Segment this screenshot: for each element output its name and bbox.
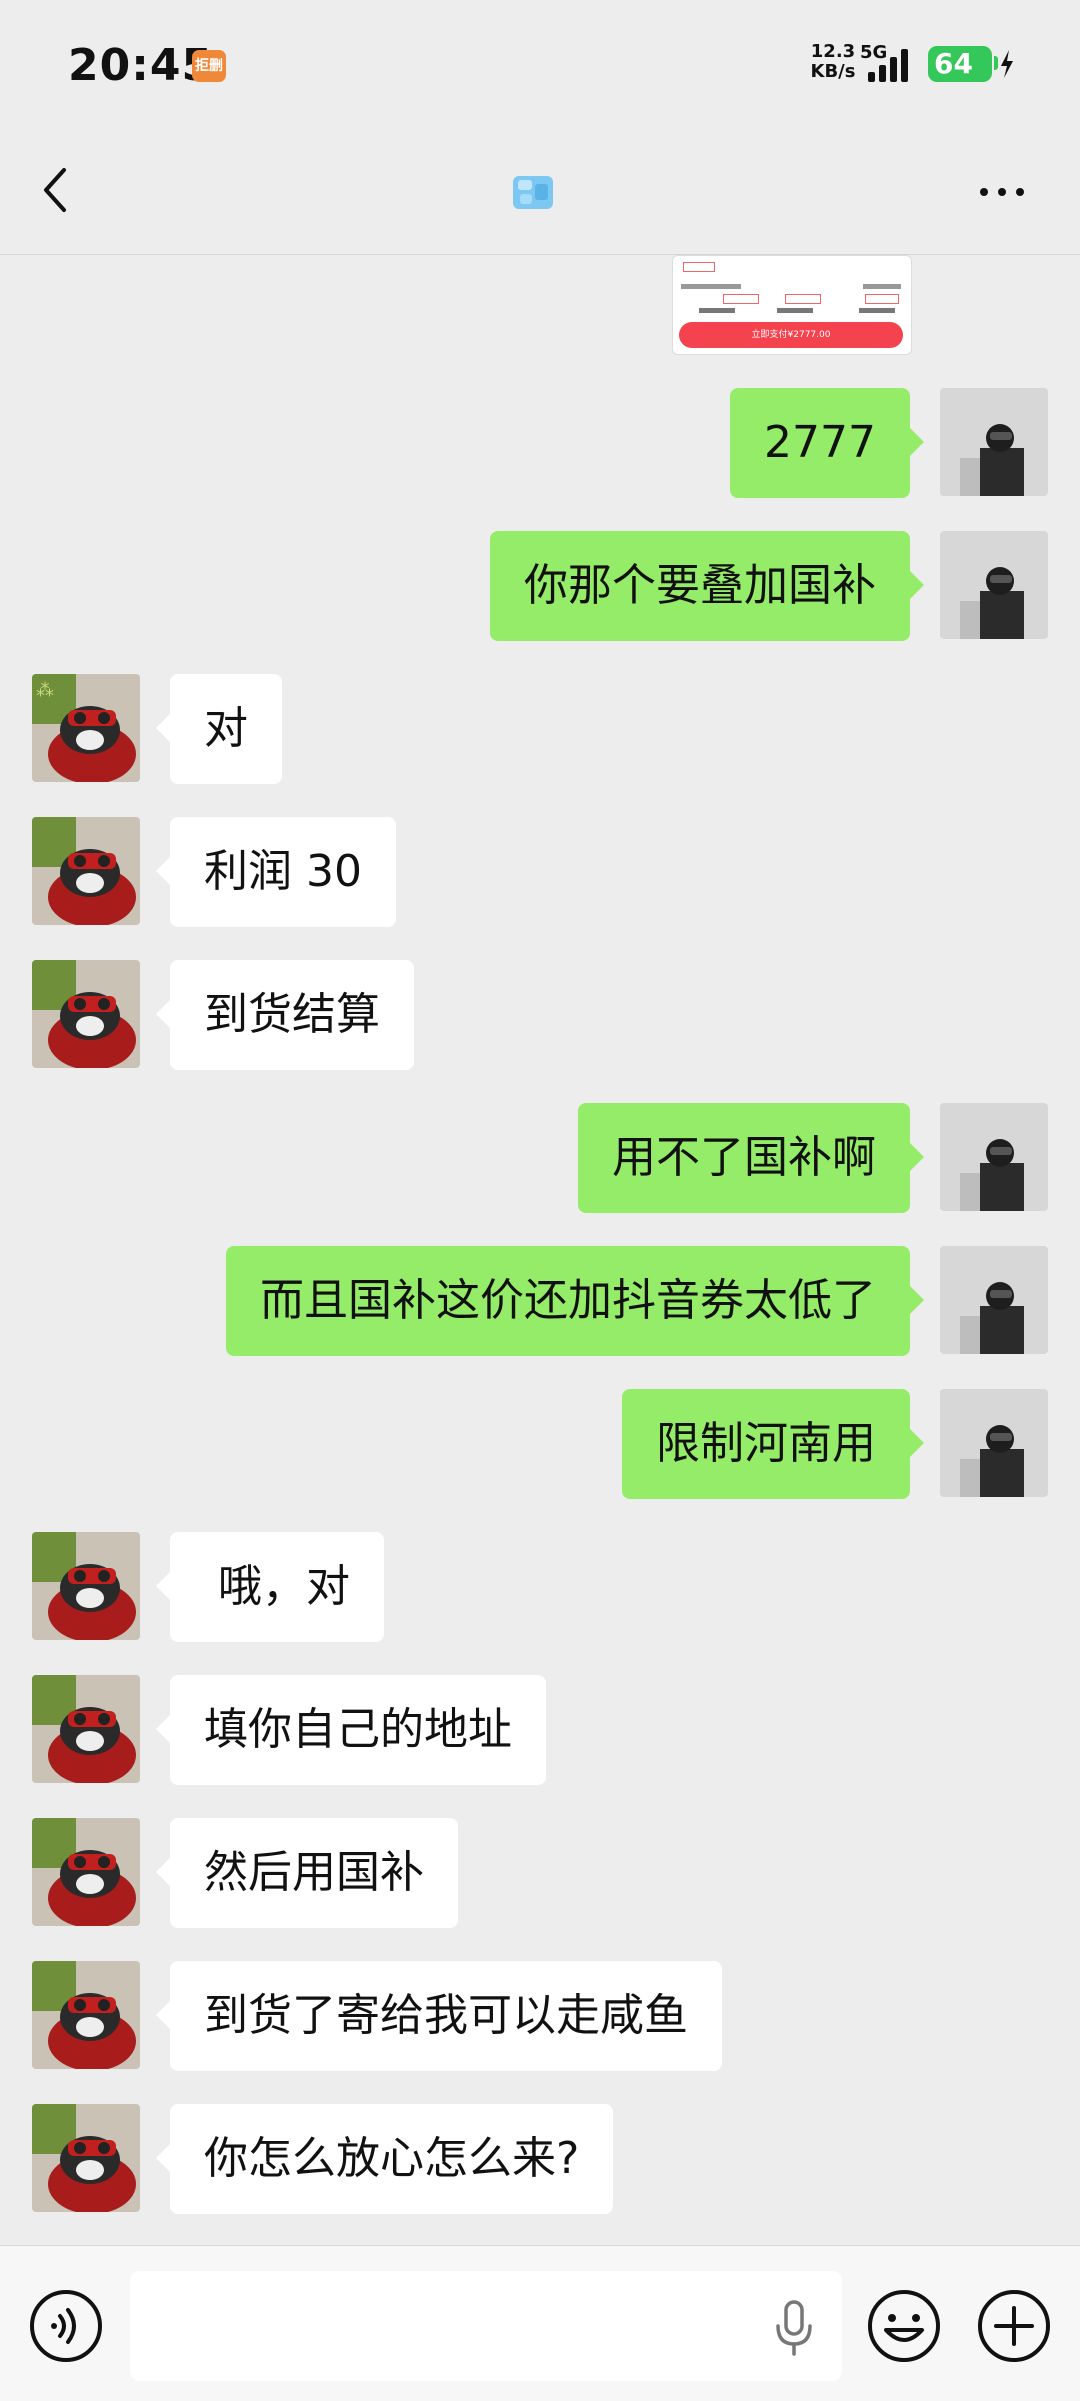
- network-speed: 12.3 KB/s: [806, 42, 860, 82]
- message-row: 到货结算: [0, 960, 1080, 1070]
- message-row: 用不了国补啊: [0, 1103, 1080, 1213]
- screenshot-text-line: [863, 284, 901, 289]
- screenshot-tag: [785, 294, 821, 304]
- charging-bolt-icon: [1001, 50, 1013, 78]
- contact-avatar[interactable]: [32, 1532, 140, 1640]
- contact-avatar[interactable]: ⁂: [32, 674, 140, 782]
- message-row: ⁂ 对: [0, 674, 1080, 784]
- contact-avatar[interactable]: [32, 1818, 140, 1926]
- emoji-icon[interactable]: [866, 2288, 942, 2364]
- signal-icon: [868, 49, 908, 82]
- battery-indicator: 64: [928, 46, 992, 82]
- screenshot-text-line: [777, 308, 813, 313]
- svg-text:⁂: ⁂: [36, 680, 54, 701]
- message-row: 而且国补这价还加抖音券太低了: [0, 1246, 1080, 1356]
- plus-icon[interactable]: [976, 2288, 1052, 2364]
- incoming-message-bubble[interactable]: 哦，对: [156, 1532, 384, 1642]
- message-row: 哦，对: [0, 1532, 1080, 1642]
- self-avatar[interactable]: [940, 1246, 1048, 1354]
- incoming-message-bubble[interactable]: 到货了寄给我可以走咸鱼: [156, 1961, 722, 2071]
- incoming-message-bubble[interactable]: 利润 30: [156, 817, 396, 927]
- contact-avatar[interactable]: [32, 960, 140, 1068]
- message-row: 填你自己的地址: [0, 1675, 1080, 1785]
- chevron-left-icon[interactable]: [36, 160, 76, 220]
- contact-avatar[interactable]: [32, 817, 140, 925]
- message-row: 2777: [0, 388, 1080, 498]
- message-row: 利润 30: [0, 817, 1080, 927]
- chat-message-list[interactable]: 立即支付¥2777.00 2777 你那个要叠加国补 ⁂ 对 利润 30 到货结…: [0, 255, 1080, 2245]
- more-options-icon[interactable]: [976, 182, 1028, 202]
- battery-tip: [994, 56, 998, 70]
- message-text-input[interactable]: [130, 2271, 842, 2381]
- voice-icon[interactable]: [28, 2288, 104, 2364]
- incoming-message-bubble[interactable]: 你怎么放心怎么来?: [155, 2104, 614, 2214]
- screenshot-tag: [683, 262, 715, 272]
- outgoing-message-bubble[interactable]: 限制河南用: [622, 1389, 924, 1499]
- self-avatar[interactable]: [940, 1389, 1048, 1497]
- outgoing-message-bubble[interactable]: 而且国补这价还加抖音券太低了: [226, 1246, 924, 1356]
- incoming-message-bubble[interactable]: 对: [156, 674, 282, 784]
- screenshot-tag: [865, 294, 899, 304]
- contact-avatar[interactable]: [32, 1675, 140, 1783]
- screenshot-text-line: [859, 308, 895, 313]
- message-row: 你怎么放心怎么来?: [0, 2104, 1080, 2214]
- contact-avatar[interactable]: [32, 1961, 140, 2069]
- network-speed-value: 12.3: [810, 41, 856, 62]
- self-avatar[interactable]: [940, 531, 1048, 639]
- network-speed-unit: KB/s: [810, 61, 856, 82]
- app-notification-badge: 拒删: [192, 50, 226, 82]
- outgoing-message-bubble[interactable]: 用不了国补啊: [578, 1103, 924, 1213]
- screenshot-text-line: [681, 284, 741, 289]
- status-bar: 20:45 拒删 12.3 KB/s 5G 64: [0, 0, 1080, 130]
- message-row: 到货了寄给我可以走咸鱼: [0, 1961, 1080, 2071]
- outgoing-message-bubble[interactable]: 2777: [730, 388, 924, 498]
- contact-avatar[interactable]: [32, 2104, 140, 2212]
- message-row: 你那个要叠加国补: [0, 531, 1080, 641]
- screenshot-text-line: [699, 308, 735, 313]
- screenshot-pay-button: 立即支付¥2777.00: [679, 322, 903, 348]
- ice-cube-icon: [513, 176, 553, 209]
- outgoing-message-bubble[interactable]: 你那个要叠加国补: [490, 531, 924, 641]
- self-avatar[interactable]: [940, 388, 1048, 496]
- message-row: 然后用国补: [0, 1818, 1080, 1928]
- message-input-bar: [0, 2245, 1080, 2401]
- screenshot-tag: [723, 294, 759, 304]
- incoming-message-bubble[interactable]: 然后用国补: [156, 1818, 458, 1928]
- self-avatar[interactable]: [940, 1103, 1048, 1211]
- microphone-icon[interactable]: [770, 2298, 818, 2358]
- chat-header: [0, 130, 1080, 255]
- incoming-message-bubble[interactable]: 到货结算: [156, 960, 414, 1070]
- incoming-message-bubble[interactable]: 填你自己的地址: [156, 1675, 546, 1785]
- order-screenshot-image[interactable]: 立即支付¥2777.00: [672, 255, 912, 355]
- message-row: 限制河南用: [0, 1389, 1080, 1499]
